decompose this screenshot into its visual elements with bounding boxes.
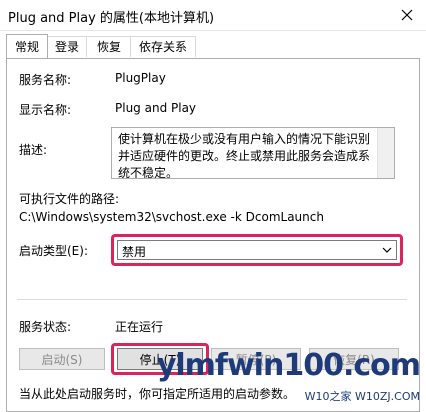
close-icon — [401, 9, 413, 21]
tab-dependencies[interactable]: 依存关系 — [130, 36, 196, 57]
tab-logon[interactable]: 登录 — [46, 36, 88, 57]
display-name-label: 显示名称: — [19, 103, 72, 117]
service-name-value: PlugPlay — [115, 71, 166, 85]
tab-general[interactable]: 常规 — [6, 34, 48, 58]
start-button[interactable]: 启动(S) — [19, 348, 105, 370]
watermark-logo: ylmfwin100.com — [156, 348, 421, 383]
chevron-down-icon[interactable] — [378, 241, 396, 259]
startup-type-value: 禁用 — [122, 245, 147, 259]
exe-path-value: C:\Windows\system32\svchost.exe -k DcomL… — [19, 210, 324, 224]
display-name-value: Plug and Play — [115, 101, 197, 115]
service-name-label: 服务名称: — [19, 73, 72, 87]
service-status-label: 服务状态: — [19, 320, 72, 334]
startup-type-label: 启动类型(E): — [19, 244, 88, 258]
hint-text: 当从此处启动服务时，你可指定所适用的启动参数。 — [19, 387, 296, 401]
title-bar: Plug and Play 的属性(本地计算机) — [0, 0, 426, 31]
startup-type-select[interactable]: 禁用 — [117, 240, 397, 260]
divider — [17, 299, 407, 300]
service-status-value: 正在运行 — [115, 320, 164, 334]
description-label: 描述: — [19, 143, 48, 157]
window-title: Plug and Play 的属性(本地计算机) — [8, 11, 215, 26]
tab-recovery[interactable]: 恢复 — [86, 36, 132, 57]
description-text: 使计算机在极少或没有用户输入的情况下能识别并适应硬件的更改。终止或禁用此服务会造… — [118, 132, 371, 179]
description-scrollbar[interactable] — [377, 128, 394, 178]
close-button[interactable] — [396, 4, 418, 26]
watermark-subtext: W10之家 W10ZJ.COM — [304, 390, 420, 403]
description-box[interactable]: 使计算机在极少或没有用户输入的情况下能识别并适应硬件的更改。终止或禁用此服务会造… — [111, 127, 395, 179]
exe-path-label: 可执行文件的路径: — [19, 192, 120, 206]
